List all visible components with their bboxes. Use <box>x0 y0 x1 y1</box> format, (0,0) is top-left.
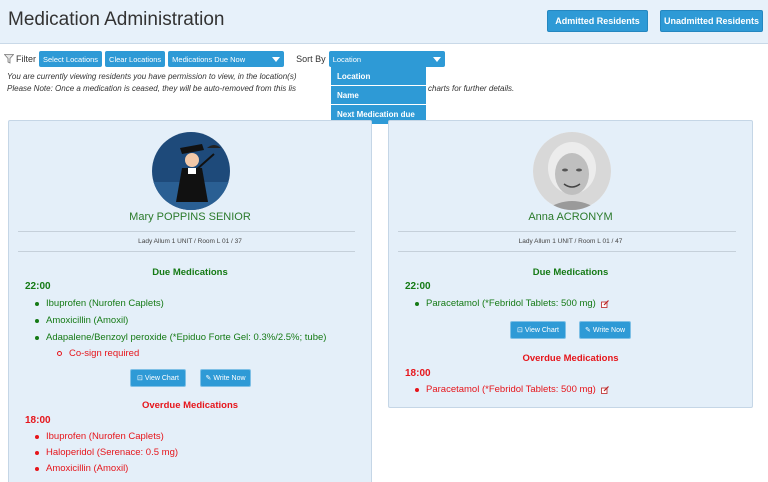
overdue-medications-title: Overdue Medications <box>141 400 239 411</box>
divider <box>18 251 355 252</box>
overdue-time: 18:00 <box>405 368 431 379</box>
divider <box>398 231 736 232</box>
list-item[interactable]: Adapalene/Benzoyl peroxide (*Epiduo Fort… <box>35 332 326 343</box>
overdue-medications-title: Overdue Medications <box>522 353 619 364</box>
circle-icon <box>57 351 62 356</box>
write-now-button[interactable]: ✎ Write Now <box>200 369 251 387</box>
due-medications-title: Due Medications <box>532 267 609 278</box>
chart-icon: ⊡ <box>517 327 523 334</box>
select-locations-button[interactable]: Select Locations <box>39 51 103 67</box>
due-time: 22:00 <box>405 281 431 292</box>
edit-note-icon[interactable] <box>600 385 609 394</box>
write-now-button[interactable]: ✎ Write Now <box>579 321 631 339</box>
ceased-note-tail: charts for further details. <box>428 84 515 93</box>
cosign-note: Co-sign required <box>57 348 139 359</box>
sort-dropdown-menu: Location Name Next Medication due <box>331 67 426 124</box>
avatar[interactable] <box>533 132 611 210</box>
resident-name[interactable]: Anna ACRONYM <box>389 211 752 223</box>
list-item[interactable]: Amoxicillin (Amoxil) <box>35 463 128 474</box>
bullet-icon <box>35 450 39 455</box>
resident-location: Lady Allum 1 UNIT / Room L 01 / 47 <box>518 238 623 245</box>
list-item[interactable]: Amoxicillin (Amoxil) <box>35 315 128 326</box>
sort-select-value: Location <box>332 54 362 64</box>
bullet-icon <box>35 335 39 340</box>
overdue-time: 18:00 <box>25 415 51 426</box>
list-item[interactable]: Paracetamol (*Febridol Tablets: 500 mg) <box>415 384 609 395</box>
write-now-label: Write Now <box>213 374 246 382</box>
resident-name[interactable]: Mary POPPINS SENIOR <box>9 211 371 223</box>
edit-note-icon[interactable] <box>600 299 609 308</box>
cosign-text: Co-sign required <box>69 348 140 359</box>
due-time: 22:00 <box>25 281 51 292</box>
page-title: Medication Administration <box>8 9 225 30</box>
resident-card: Anna ACRONYM Lady Allum 1 UNIT / Room L … <box>388 120 753 408</box>
medication-name: Amoxicillin (Amoxil) <box>46 315 129 326</box>
divider <box>18 231 355 232</box>
unadmitted-residents-button[interactable]: Unadmitted Residents <box>660 10 763 32</box>
sort-select[interactable]: Location <box>328 51 445 67</box>
pencil-icon: ✎ <box>205 375 212 382</box>
view-select[interactable]: Medications Due Now <box>168 51 285 67</box>
view-chart-label: View Chart <box>144 374 179 382</box>
view-chart-button[interactable]: ⊡ View Chart <box>130 369 186 387</box>
bullet-icon <box>415 301 419 306</box>
ceased-note: Please Note: Once a medication is ceased… <box>7 84 297 93</box>
sort-option-location[interactable]: Location <box>331 67 426 86</box>
resident-card: Mary POPPINS SENIOR Lady Allum 1 UNIT / … <box>8 120 372 482</box>
medication-name: Ibuprofen (Nurofen Caplets) <box>46 298 164 309</box>
list-item[interactable]: Haloperidol (Serenace: 0.5 mg) <box>35 447 178 458</box>
bullet-icon <box>415 387 419 392</box>
page-header: Medication Administration Admitted Resid… <box>0 0 768 44</box>
bullet-icon <box>35 318 39 323</box>
sort-by-label: Sort By <box>296 54 326 64</box>
list-item[interactable]: Paracetamol (*Febridol Tablets: 500 mg) <box>415 298 609 309</box>
bullet-icon <box>35 301 39 306</box>
view-chart-button[interactable]: ⊡ View Chart <box>510 321 566 339</box>
permission-note: You are currently viewing residents you … <box>7 72 297 81</box>
sort-option-name[interactable]: Name <box>331 86 426 105</box>
medication-name: Paracetamol (*Febridol Tablets: 500 mg) <box>426 384 596 395</box>
medication-name: Adapalene/Benzoyl peroxide (*Epiduo Fort… <box>46 332 327 343</box>
list-item[interactable]: Ibuprofen (Nurofen Caplets) <box>35 431 164 442</box>
bullet-icon <box>35 466 39 471</box>
due-medications-title: Due Medications <box>152 267 228 278</box>
chart-icon: ⊡ <box>137 375 143 382</box>
view-chart-label: View Chart <box>524 326 559 334</box>
divider <box>398 251 736 252</box>
filter-bar: Filter Select Locations Clear Locations … <box>4 50 445 68</box>
medication-name: Paracetamol (*Febridol Tablets: 500 mg) <box>426 298 596 309</box>
medication-name: Haloperidol (Serenace: 0.5 mg) <box>46 447 179 458</box>
resident-location: Lady Allum 1 UNIT / Room L 01 / 37 <box>138 238 242 245</box>
view-select-value: Medications Due Now <box>172 54 246 64</box>
list-item[interactable]: Ibuprofen (Nurofen Caplets) <box>35 298 164 309</box>
bullet-icon <box>35 434 39 439</box>
chevron-down-icon <box>432 56 441 62</box>
filter-label: Filter <box>16 54 36 64</box>
write-now-label: Write Now <box>592 326 626 334</box>
pencil-icon: ✎ <box>584 327 591 334</box>
clear-locations-button[interactable]: Clear Locations <box>105 51 166 67</box>
chevron-down-icon <box>272 56 281 62</box>
admitted-residents-button[interactable]: Admitted Residents <box>547 10 648 32</box>
medication-name: Ibuprofen (Nurofen Caplets) <box>46 431 164 442</box>
medication-name: Amoxicillin (Amoxil) <box>46 463 129 474</box>
avatar[interactable] <box>152 132 230 210</box>
filter-icon <box>4 54 14 64</box>
